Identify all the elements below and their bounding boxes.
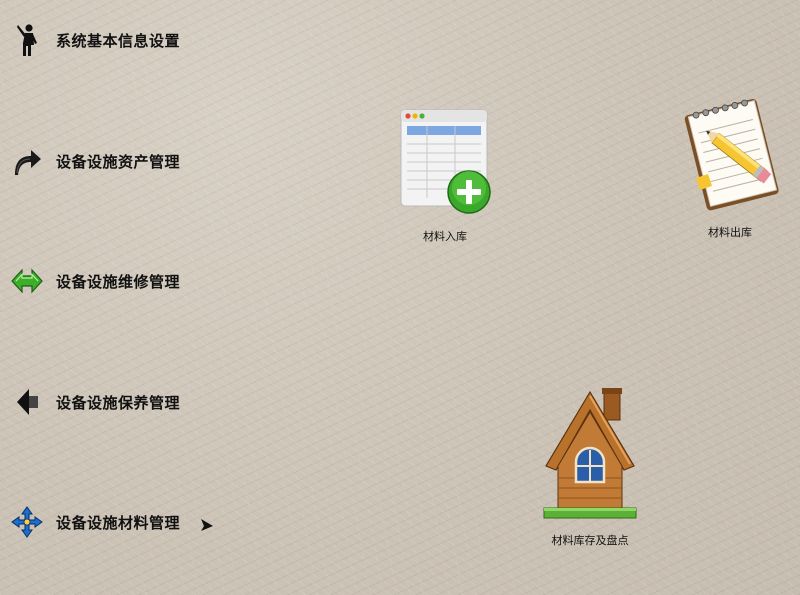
sidebar-item-asset-management[interactable]: 设备设施资产管理 [10,143,180,179]
person-waving-icon [10,23,44,57]
compass-arrows-icon [10,505,44,539]
curved-arrow-icon [10,144,44,178]
left-arrow-icon [10,385,44,419]
tile-material-inbound[interactable]: 材料入库 [390,106,500,244]
double-arrow-icon [10,264,44,298]
sidebar-item-maintenance-management[interactable]: 设备设施保养管理 [10,384,180,420]
tile-material-stock-inventory[interactable]: 材料库存及盘点 [530,386,650,548]
tile-label: 材料出库 [708,226,752,239]
sidebar-item-repair-management[interactable]: 设备设施维修管理 [10,263,180,299]
sidebar-item-label: 设备设施资产管理 [56,152,181,171]
sidebar-item-label: 设备设施维修管理 [56,272,181,291]
table-add-icon [395,106,495,222]
sidebar-item-label: 设备设施保养管理 [56,393,181,412]
tile-label: 材料库存及盘点 [551,534,629,547]
house-icon [540,386,640,526]
sidebar-item-label: 设备设施材料管理 [56,513,181,532]
tile-label: 材料入库 [423,230,467,243]
sidebar-item-system-settings[interactable]: 系统基本信息设置 [10,22,180,58]
tile-material-outbound[interactable]: 材料出库 [672,90,788,240]
sidebar-item-label: 系统基本信息设置 [56,31,181,50]
notepad-pencil-icon [674,90,786,218]
submenu-arrow-icon [199,517,215,533]
sidebar-item-material-management[interactable]: 设备设施材料管理 [10,504,180,540]
